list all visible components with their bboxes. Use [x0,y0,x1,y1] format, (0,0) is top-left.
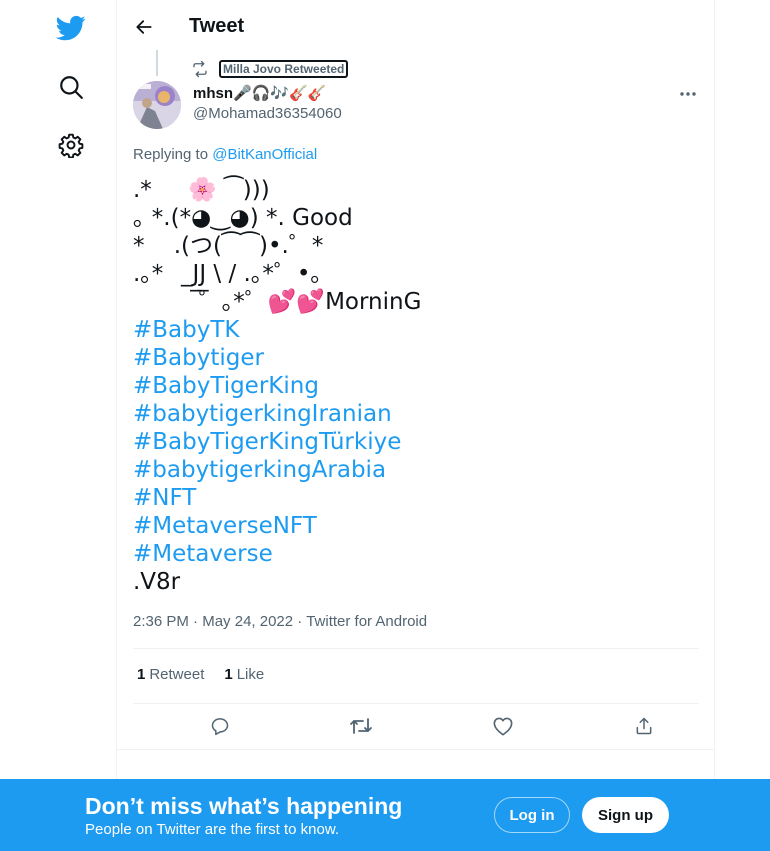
signup-button[interactable]: Sign up [582,797,669,833]
gear-icon[interactable] [51,125,91,165]
replying-target-link[interactable]: @BitKanOfficial [212,146,317,163]
retweets-label: Retweet [149,666,205,683]
likes-stat[interactable]: 1 Like [224,666,264,683]
tweet-stats: 1 Retweet 1 Like [137,666,264,683]
retweet-icon[interactable] [349,714,373,738]
hashtag-link[interactable]: #Metaverse [133,540,703,568]
hashtag-link[interactable]: #NFT [133,484,703,512]
page-title: Tweet [189,15,245,37]
search-icon[interactable] [51,67,91,107]
retweets-stat[interactable]: 1 Retweet [137,666,204,683]
tweet-line: .* 🌸 ⁀))) [133,177,270,203]
tweet-line: ｡ *.(*◕‿◕) *. Good [133,205,353,231]
replying-to: Replying to @BitKanOfficial [133,146,317,163]
more-options-icon[interactable] [677,84,699,104]
tweet-line: ゜｡*゜💕💕MorninG [133,289,422,315]
back-arrow-icon[interactable] [127,10,161,44]
hashtag-link[interactable]: #MetaverseNFT [133,512,703,540]
tweet-text: .* 🌸 ⁀))) ｡ *.(*◕‿◕) *. Good * .(つ(⁀⁀)•.… [133,176,703,596]
avatar[interactable] [133,81,181,129]
divider [117,749,715,750]
banner-subtitle: People on Twitter are the first to know. [85,821,340,838]
tweet-actions [133,704,699,748]
tweet-metadata: 2:36 PM · May 24, 2022 · Twitter for And… [133,613,427,630]
banner-title: Don’t miss what’s happening [85,793,403,819]
hashtag-link[interactable]: #BabyTK [133,316,703,344]
retweeted-by-link[interactable]: Milla Jovo Retweeted [219,60,349,78]
hashtag-link[interactable]: #babytigerkingIranian [133,400,703,428]
tweet-date[interactable]: May 24, 2022 [202,613,293,630]
likes-label: Like [236,666,265,683]
tweet-source[interactable]: Twitter for Android [306,613,427,630]
hashtag-link[interactable]: #BabyTigerKing [133,372,703,400]
thread-connector-line [156,50,158,76]
left-navigation [0,0,116,851]
author-display-name[interactable]: mhsn🎤🎧🎶🎸🎸 [193,84,326,102]
login-button[interactable]: Log in [494,797,570,833]
meta-separator: · [297,613,307,630]
tweet-line: * .(つ(⁀⁀)•.゜* [133,233,324,259]
meta-separator: · [193,613,203,630]
hashtag-link[interactable]: #Babytiger [133,344,703,372]
tweet-line: .V8r [133,569,181,595]
signup-banner: Don’t miss what’s happening People on Tw… [0,779,770,851]
author-handle[interactable]: @Mohamad36354060 [193,105,342,122]
like-icon[interactable] [491,714,515,738]
share-icon[interactable] [632,714,656,738]
tweet-line: .｡* ̲J̲J̲ \ / .｡*゜•｡ [133,261,322,287]
main-column: Tweet Milla Jovo Retweeted mhsn🎤🎧🎶🎸🎸 @Mo… [116,0,715,780]
reply-icon[interactable] [208,714,232,738]
likes-count: 1 [224,666,233,683]
retweet-small-icon [193,60,207,78]
replying-prefix: Replying to [133,146,213,163]
twitter-logo-icon[interactable] [51,8,91,48]
hashtag-link[interactable]: #BabyTigerKingTürkiye [133,428,703,456]
divider [133,648,699,649]
retweet-context: Milla Jovo Retweeted [191,60,349,78]
retweets-count: 1 [137,666,146,683]
page-header: Tweet [117,0,715,53]
tweet-time[interactable]: 2:36 PM [133,613,189,630]
hashtag-link[interactable]: #babytigerkingArabia [133,456,703,484]
